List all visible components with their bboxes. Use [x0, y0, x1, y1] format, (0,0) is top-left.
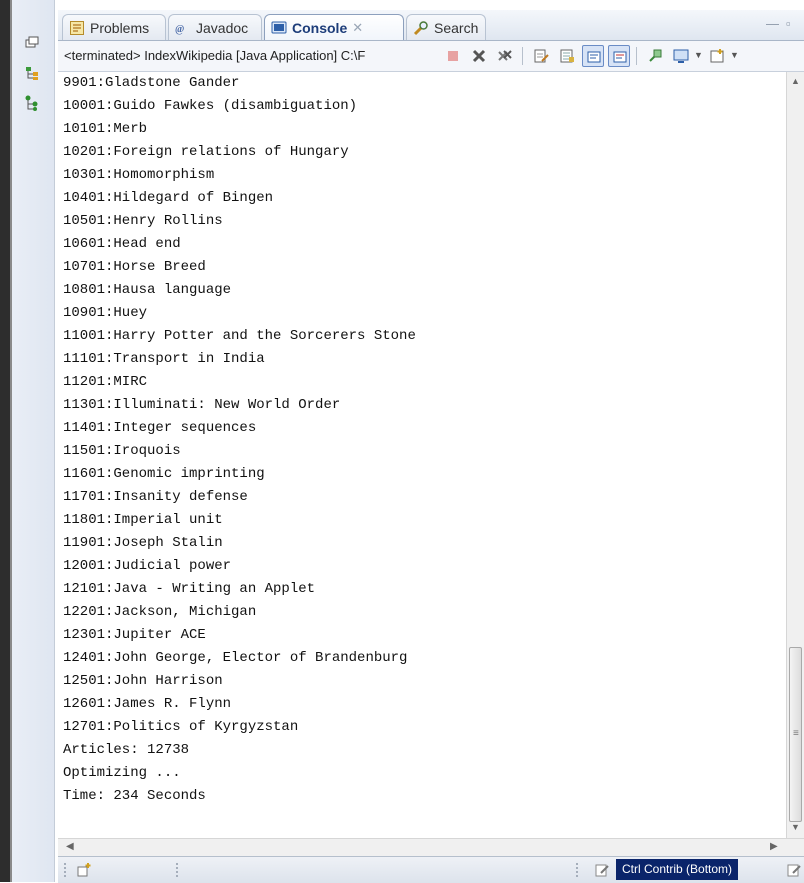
- console-line: 10001:Guido Fawkes (disambiguation): [63, 98, 358, 114]
- console-line: 9901:Gladstone Gander: [63, 75, 240, 91]
- console-line: 11301:Illuminati: New World Order: [63, 397, 341, 413]
- chevron-down-icon[interactable]: ▼: [730, 50, 739, 60]
- console-toolbar: <terminated> IndexWikipedia [Java Applic…: [58, 41, 804, 72]
- tab-label: Problems: [90, 19, 150, 36]
- contribution-label: Ctrl Contrib (Bottom): [616, 859, 739, 880]
- scroll-lock-button[interactable]: [556, 45, 578, 67]
- console-line: 11101:Transport in India: [63, 351, 265, 367]
- tab-javadoc[interactable]: @ Javadoc: [168, 14, 262, 40]
- display-console-button[interactable]: [670, 45, 692, 67]
- console-line: 10401:Hildegard of Bingen: [63, 190, 274, 206]
- hierarchy-icon[interactable]: [23, 64, 41, 82]
- clear-console-button[interactable]: [530, 45, 552, 67]
- scroll-right-arrow[interactable]: ▶: [770, 841, 778, 852]
- toolbar-separator: [636, 47, 637, 65]
- tab-search[interactable]: Search: [406, 14, 486, 40]
- console-view: Problems @ Javadoc Console ✕ Search — ▫ …: [58, 10, 804, 883]
- console-line: 10201:Foreign relations of Hungary: [63, 144, 349, 160]
- maximize-icon[interactable]: ▫: [786, 16, 791, 31]
- tab-label: Javadoc: [196, 19, 249, 36]
- view-tab-bar: Problems @ Javadoc Console ✕ Search — ▫: [58, 10, 804, 41]
- console-line: 12601:James R. Flynn: [63, 696, 232, 712]
- console-line: 10801:Hausa language: [63, 282, 232, 298]
- console-icon: [271, 20, 287, 36]
- tab-label: Search: [434, 19, 479, 36]
- console-line: 10901:Huey: [63, 305, 148, 321]
- console-line: 11201:MIRC: [63, 374, 148, 390]
- open-console-button[interactable]: [706, 45, 728, 67]
- toolbar-separator: [576, 863, 580, 877]
- scroll-grip-icon: ≡: [793, 728, 799, 739]
- console-line: Articles: 12738: [63, 742, 190, 758]
- search-icon: [413, 20, 429, 36]
- console-line: 11601:Genomic imprinting: [63, 466, 265, 482]
- console-line: 10701:Horse Breed: [63, 259, 206, 275]
- svg-text:@: @: [175, 24, 184, 35]
- chevron-down-icon[interactable]: ▼: [694, 50, 703, 60]
- console-line: 11401:Integer sequences: [63, 420, 257, 436]
- horizontal-scrollbar[interactable]: ◀ ▶: [58, 838, 804, 856]
- close-icon[interactable]: ✕: [352, 20, 363, 36]
- remove-all-terminated-button[interactable]: [494, 45, 516, 67]
- type-hierarchy-icon[interactable]: [23, 94, 41, 112]
- console-line: 10301:Homomorphism: [63, 167, 215, 183]
- console-line: 12401:John George, Elector of Brandenbur…: [63, 650, 408, 666]
- toolbar-separator: [176, 863, 180, 877]
- edit-icon[interactable]: [594, 862, 610, 878]
- console-line: 12301:Jupiter ACE: [63, 627, 206, 643]
- console-line: 12701:Politics of Kyrgyzstan: [63, 719, 299, 735]
- process-status: <terminated> IndexWikipedia [Java Applic…: [64, 48, 366, 63]
- problems-icon: [69, 20, 85, 36]
- console-line: Time: 234 Seconds: [63, 788, 206, 804]
- console-line: 12001:Judicial power: [63, 558, 232, 574]
- console-line: 11801:Imperial unit: [63, 512, 223, 528]
- scroll-left-arrow[interactable]: ◀: [66, 841, 74, 852]
- console-line: 11901:Joseph Stalin: [63, 535, 223, 551]
- console-line: 12201:Jackson, Michigan: [63, 604, 257, 620]
- window-edge: [0, 0, 10, 882]
- tab-console[interactable]: Console ✕: [264, 14, 404, 40]
- console-line: 11501:Iroquois: [63, 443, 181, 459]
- vertical-scrollbar[interactable]: ▲ ≡ ▼: [786, 72, 804, 838]
- toolbar-separator: [64, 863, 68, 877]
- console-line: 10601:Head end: [63, 236, 181, 252]
- left-trim-bar: [12, 0, 55, 882]
- scroll-down-arrow[interactable]: ▼: [791, 822, 800, 832]
- status-bar: Ctrl Contrib (Bottom): [58, 856, 804, 883]
- minimize-icon[interactable]: —: [766, 16, 779, 31]
- scroll-up-arrow[interactable]: ▲: [791, 76, 800, 86]
- edit-icon[interactable]: [786, 862, 802, 878]
- tab-problems[interactable]: Problems: [62, 14, 166, 40]
- fast-view-icon[interactable]: [76, 862, 92, 878]
- remove-launch-button[interactable]: [468, 45, 490, 67]
- console-line: 10501:Henry Rollins: [63, 213, 223, 229]
- pin-console-button[interactable]: [644, 45, 666, 67]
- console-line: 12501:John Harrison: [63, 673, 223, 689]
- console-line: 11001:Harry Potter and the Sorcerers Sto…: [63, 328, 416, 344]
- tab-label: Console: [292, 19, 348, 36]
- console-line: 12101:Java - Writing an Applet: [63, 581, 316, 597]
- show-on-stderr-button[interactable]: [608, 45, 630, 67]
- console-line: 10101:Merb: [63, 121, 148, 137]
- restore-icon[interactable]: [23, 34, 41, 52]
- scroll-thumb[interactable]: ≡: [789, 647, 802, 822]
- show-on-stdout-button[interactable]: [582, 45, 604, 67]
- terminate-button[interactable]: [442, 45, 464, 67]
- console-line: 11701:Insanity defense: [63, 489, 248, 505]
- javadoc-icon: @: [175, 20, 191, 36]
- console-line: Optimizing ...: [63, 765, 181, 781]
- toolbar-separator: [522, 47, 523, 65]
- console-output[interactable]: 9901:Gladstone Gander 10001:Guido Fawkes …: [58, 72, 786, 838]
